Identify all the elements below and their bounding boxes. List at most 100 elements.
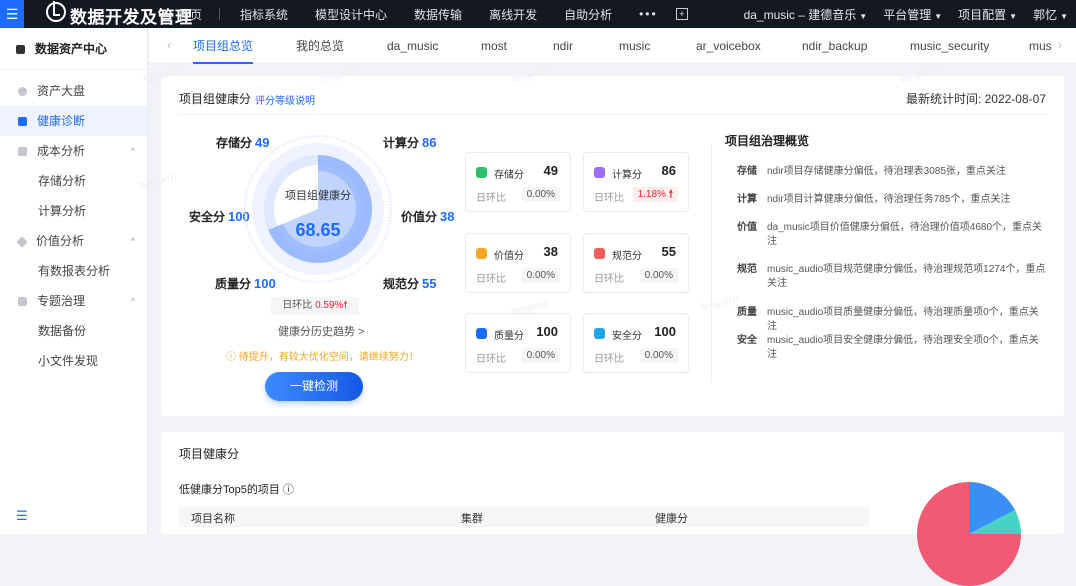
dod-value: 0.00% <box>639 268 678 283</box>
tab-ndir[interactable]: ndir <box>553 28 573 64</box>
governance-item: 安全 music_audio项目安全健康分偏低，待治理安全项0个，重点关注 <box>737 334 1047 362</box>
sidebar-item-report-analysis[interactable]: 有数报表分析 <box>0 256 147 286</box>
caret-down-icon: ▼ <box>1060 11 1068 21</box>
menu-icon[interactable]: ☰ <box>0 0 24 28</box>
project-selector[interactable]: da_music – 建德音乐 ▼ <box>744 6 868 23</box>
tab-project-overview[interactable]: 项目组总览 <box>193 28 254 64</box>
low-health-subtitle: 低健康分Top5的项目 ⓘ <box>179 481 294 497</box>
asset-center-icon <box>16 45 25 54</box>
nav-self-analysis[interactable]: 自助分析 <box>564 6 612 23</box>
gauge-value: 68.65 <box>295 220 341 240</box>
sidebar-item-small-files[interactable]: 小文件发现 <box>0 346 147 376</box>
sidebar-title: 数据资产中心 <box>35 42 108 56</box>
compute-icon <box>594 167 605 178</box>
health-title: 项目组健康分 <box>179 92 252 106</box>
sidebar-item-label: 数据备份 <box>38 324 87 338</box>
nav-offline-dev[interactable]: 离线开发 <box>489 6 537 23</box>
sidebar-header: 数据资产中心 <box>0 28 147 70</box>
caret-down-icon: ▼ <box>1009 11 1018 21</box>
score-name: 计算分 <box>612 170 642 181</box>
table-header: 项目名称 集群 健康分 <box>179 507 869 527</box>
arrow-up-icon: 🠕 <box>343 300 348 311</box>
tab-music-security[interactable]: music_security <box>910 28 989 64</box>
nav-more[interactable]: ••• <box>639 7 658 21</box>
gauge-label: 项目组健康分 <box>285 190 351 202</box>
tab-music[interactable]: music <box>619 28 650 64</box>
add-tab-icon[interactable]: + <box>675 8 688 20</box>
tab-ndir-backup[interactable]: ndir_backup <box>802 28 867 64</box>
project-name: da_music – 建德音乐 <box>743 7 857 22</box>
dod-text: 0.00% <box>526 350 555 361</box>
governance-item: 价值 da_music项目价值健康分偏低，待治理价值项4680个，重点关注 <box>737 221 1047 249</box>
governance-tag: 质量 <box>737 307 757 318</box>
sidebar-item-asset-dashboard[interactable]: 资产大盘 <box>0 76 147 106</box>
one-click-check-button[interactable]: 一键检测 <box>265 372 363 401</box>
help-icon[interactable]: ⓘ <box>283 484 294 496</box>
collapse-sidebar-icon[interactable]: ☰ <box>16 508 28 524</box>
governance-text: ndir项目存储健康分偏低，待治理表3085张，重点关注 <box>767 166 1006 177</box>
top-bar: ☰ 数据开发及管理 首页 指标系统 模型设计中心 数据传输 离线开发 自助分析 … <box>0 0 1076 28</box>
dod-label: 日环比 <box>282 300 313 311</box>
sidebar-item-storage-analysis[interactable]: 存储分析 <box>0 166 147 196</box>
chevron-up-icon: ^ <box>130 236 135 246</box>
score-card-compute[interactable]: 计算分 86 日环比 1.18% 🠕 <box>583 152 689 212</box>
tab-mus[interactable]: mus <box>1029 28 1052 64</box>
score-value: 38 <box>543 244 558 259</box>
tab-da-music[interactable]: da_music <box>387 28 438 64</box>
user-menu[interactable]: 郭忆 ▼ <box>1033 6 1068 23</box>
governance-tag: 价值 <box>737 222 757 233</box>
config-menu[interactable]: 项目配置 ▼ <box>958 6 1017 23</box>
health-icon <box>18 117 27 126</box>
score-name: 规范分 <box>612 251 642 262</box>
dod-label: 日环比 <box>476 274 506 285</box>
day-over-day: 日环比 0.59%🠕 <box>271 297 359 315</box>
tab-ar-voicebox[interactable]: ar_voicebox <box>696 28 761 64</box>
dashboard-icon <box>18 87 27 96</box>
dod-label: 日环比 <box>476 354 506 365</box>
history-trend-link[interactable]: 健康分历史趋势 > <box>278 323 364 339</box>
rating-link[interactable]: 评分等级说明 <box>255 92 315 107</box>
project-health-title: 项目健康分 <box>179 447 240 461</box>
health-card: fenguoyi fenguoyi fenguoyi fenguoyi feng… <box>138 65 1064 416</box>
score-card-norm[interactable]: 规范分 55 日环比 0.00% <box>583 233 689 293</box>
sidebar-item-health-diagnosis[interactable]: 健康诊断 <box>0 106 147 136</box>
score-name: 价值分 <box>494 251 524 262</box>
sidebar-item-data-backup[interactable]: 数据备份 <box>0 316 147 346</box>
nav-model-design[interactable]: 模型设计中心 <box>315 6 387 23</box>
nav-home[interactable]: 首页 <box>178 6 202 23</box>
sidebar-item-cost-analysis[interactable]: 成本分析 ^ <box>0 136 147 166</box>
score-name: 安全分 <box>612 331 642 342</box>
value-label: 价值分 <box>401 210 438 224</box>
tab-most[interactable]: most <box>481 28 507 64</box>
score-name: 存储分 <box>494 170 524 181</box>
platform-menu[interactable]: 平台管理 ▼ <box>883 6 942 23</box>
stat-date: 最新统计时间: 2022-08-07 <box>905 92 1046 106</box>
governance-tag: 存储 <box>737 166 757 177</box>
score-card-security[interactable]: 安全分 100 日环比 0.00% <box>583 313 689 373</box>
score-card-quality[interactable]: 质量分 100 日环比 0.00% <box>465 313 571 373</box>
sidebar-item-compute-analysis[interactable]: 计算分析 <box>0 196 147 226</box>
sidebar-item-value-analysis[interactable]: 价值分析 ^ <box>0 226 147 256</box>
security-label: 安全分 <box>189 210 226 224</box>
watermark: fenguoyi <box>900 65 940 86</box>
col-health-score: 健康分 <box>655 513 688 525</box>
score-card-storage[interactable]: 存储分 49 日环比 0.00% <box>465 152 571 212</box>
tip-text: 待提升，有较大优化空间，请继续努力！ <box>238 352 419 363</box>
logo-icon <box>46 1 66 22</box>
col-project-name: 项目名称 <box>191 513 235 525</box>
tabs-next-icon[interactable]: › <box>1058 38 1062 52</box>
governance-text: ndir项目计算健康分偏低，待治理任务785个，重点关注 <box>767 194 1011 205</box>
nav-data-transfer[interactable]: 数据传输 <box>414 6 462 23</box>
score-card-value[interactable]: 价值分 38 日环比 0.00% <box>465 233 571 293</box>
sidebar-item-label: 健康诊断 <box>37 114 86 128</box>
label-security: 安全分 100 <box>189 208 250 225</box>
arrow-up-icon: 🠕 <box>668 189 673 200</box>
tab-my-overview[interactable]: 我的总览 <box>296 28 344 64</box>
tabs-prev-icon[interactable]: ‹ <box>167 38 171 52</box>
config-label: 项目配置 <box>958 7 1007 22</box>
nav-metrics[interactable]: 指标系统 <box>240 6 288 23</box>
sidebar-item-label: 资产大盘 <box>37 84 86 98</box>
user-name: 郭忆 <box>1033 7 1058 22</box>
sidebar-item-topic-governance[interactable]: 专题治理 ^ <box>0 286 147 316</box>
dod-text: 0.00% <box>526 270 555 281</box>
